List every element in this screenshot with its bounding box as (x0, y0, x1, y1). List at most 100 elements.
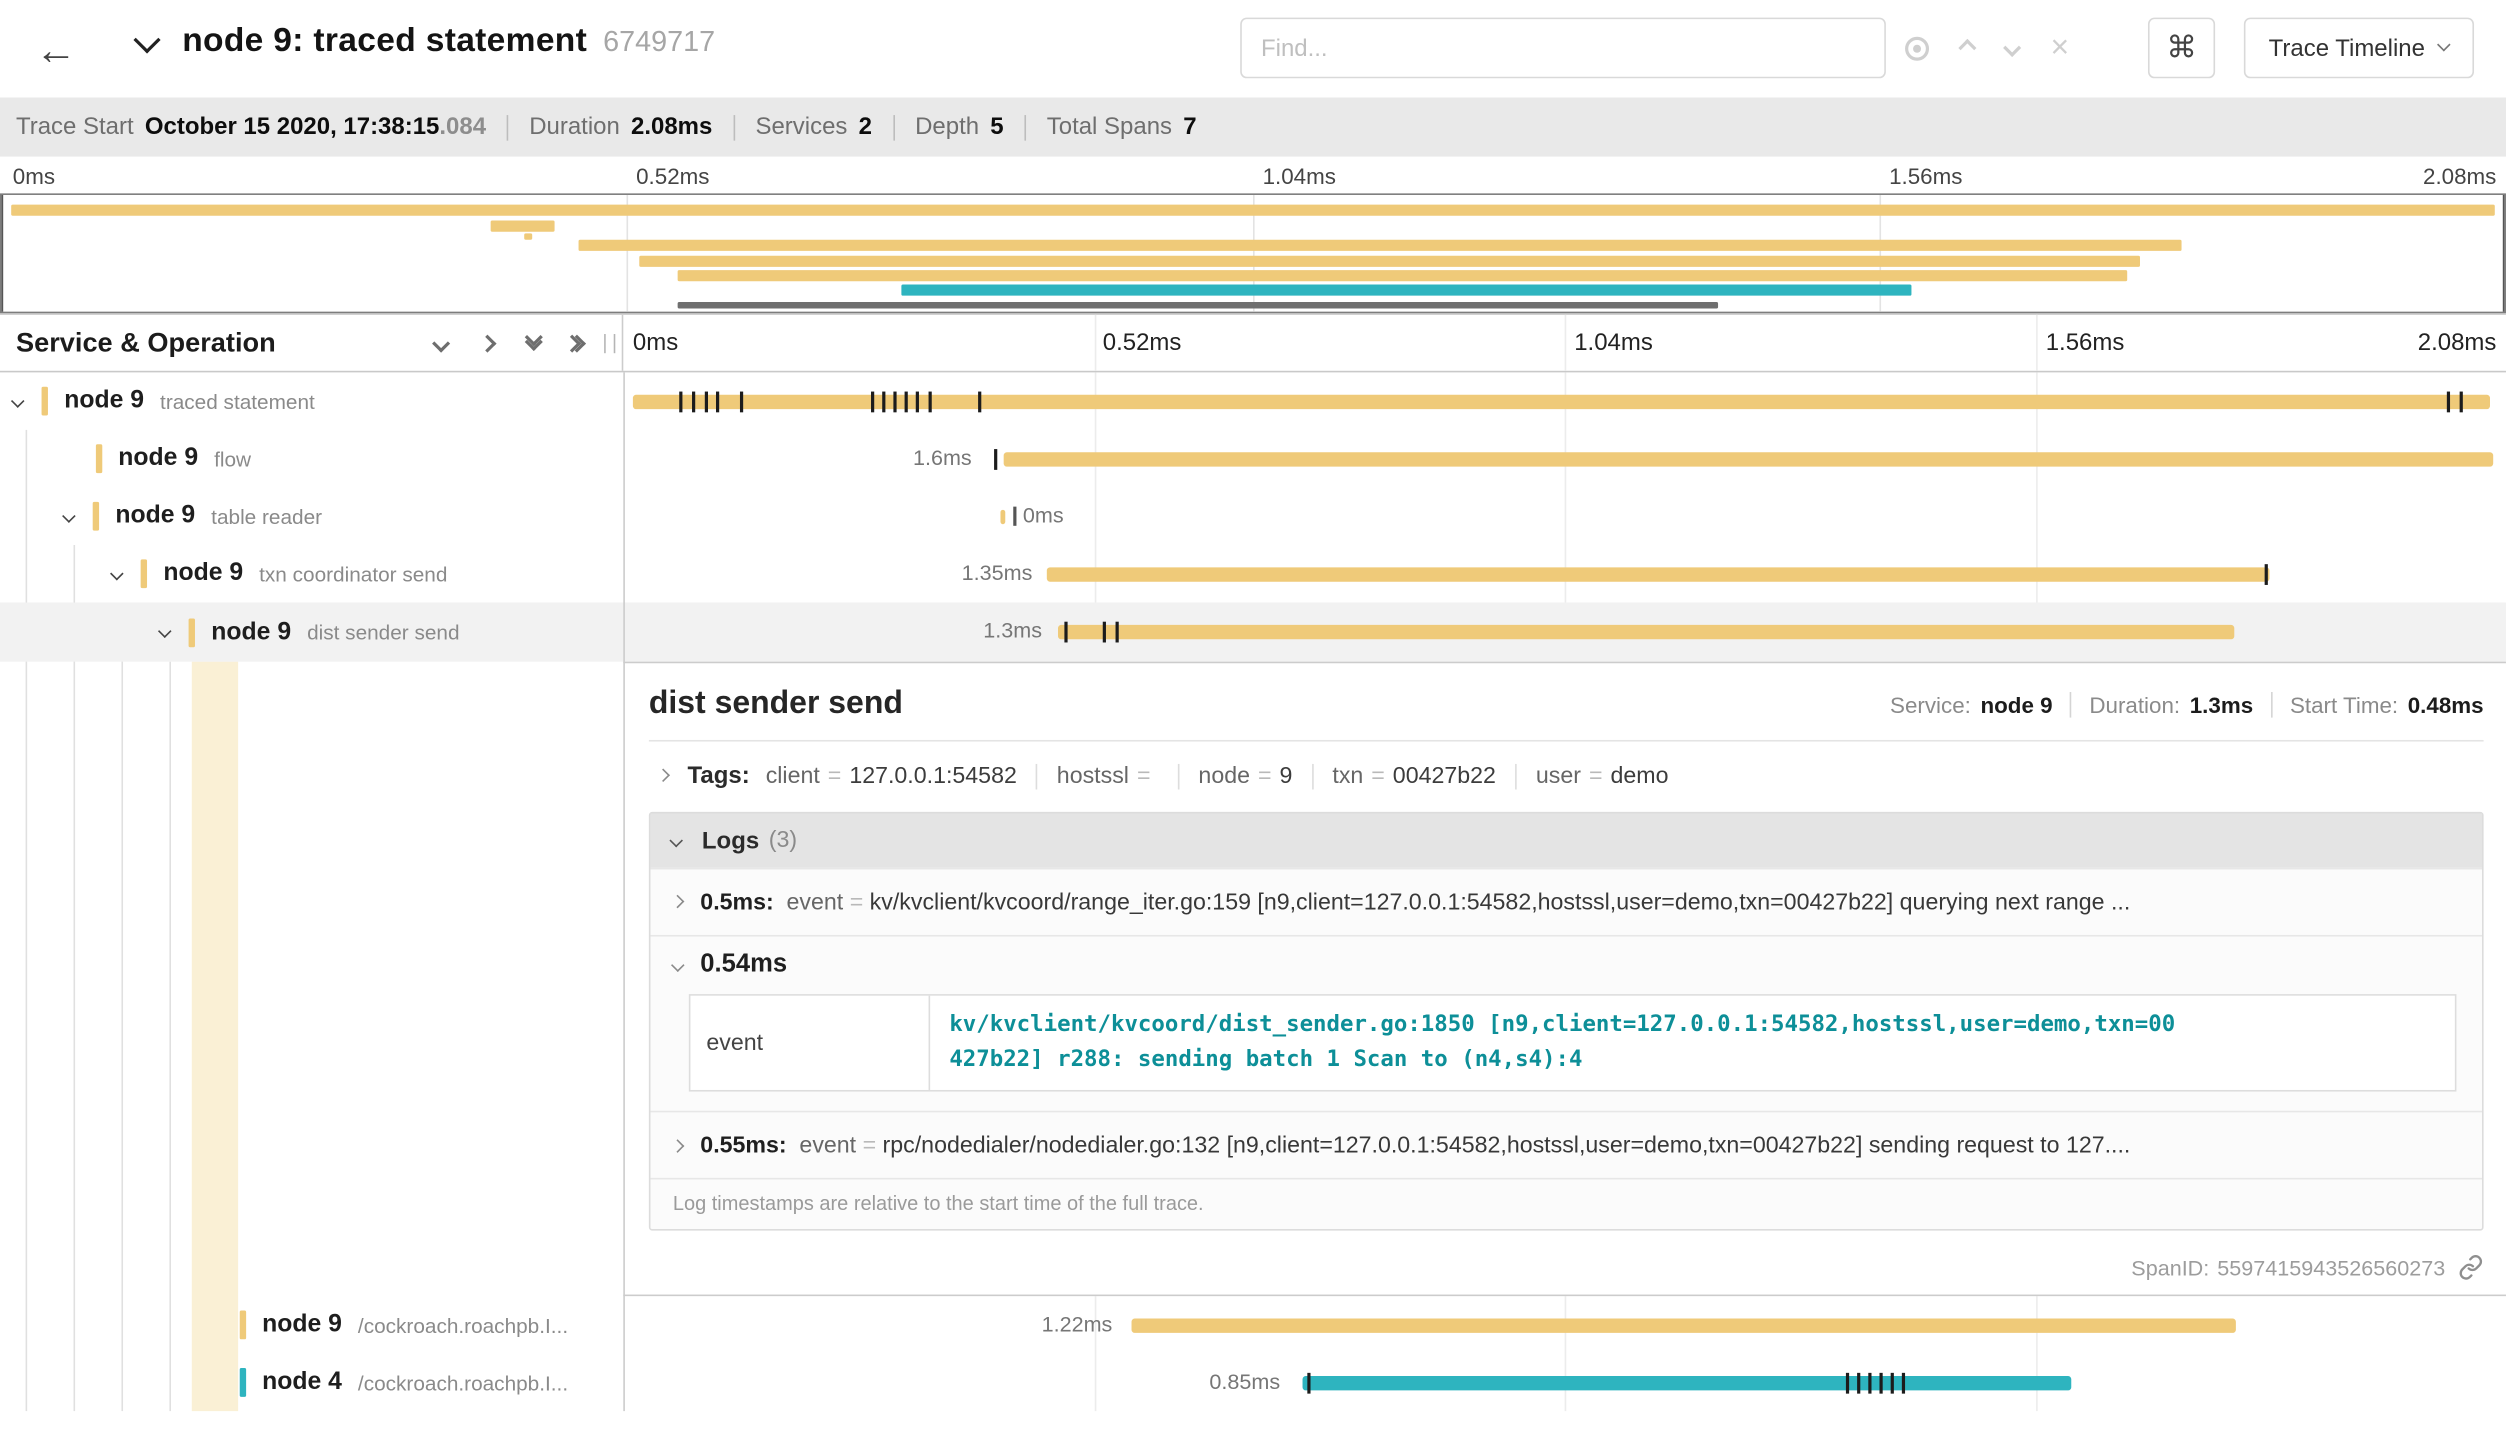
chevron-down-icon (671, 958, 685, 972)
span-tick (705, 391, 707, 412)
axis-tick-label: 2.08ms (2418, 329, 2497, 356)
service-name: node 9 (115, 502, 195, 531)
duration-value: 2.08ms (631, 113, 712, 140)
clear-search-icon[interactable]: × (2050, 32, 2069, 64)
find-input[interactable] (1240, 18, 1886, 79)
tag-value: 00427b22 (1393, 763, 1496, 789)
back-button[interactable]: ← (22, 22, 89, 76)
span-tree-item[interactable]: node 9 /cockroach.roachpb.I... (0, 1296, 623, 1354)
collapse-chevron-icon[interactable] (158, 625, 172, 639)
span-tick (1868, 1372, 1870, 1393)
log-entry-expanded: 0.54ms event kv/kvclient/kvcoord/dist_se… (650, 935, 2482, 1111)
duration-value: 1.3ms (2190, 692, 2253, 718)
expand-one-chevron-right-icon[interactable] (478, 334, 496, 352)
next-match-chevron-icon[interactable] (2003, 39, 2021, 57)
logs-accordion-header[interactable]: Logs (3) (650, 813, 2482, 867)
service-name: node 9 (118, 444, 198, 473)
span-bar-cell[interactable] (623, 372, 2506, 430)
span-duration-bar[interactable] (1000, 509, 1005, 523)
deep-link-icon[interactable] (2458, 1255, 2484, 1281)
span-tick (1064, 621, 1066, 642)
span-tick (1116, 621, 1118, 642)
tags-accordion[interactable]: Tags: client=127.0.0.1:54582 hostssl= no… (649, 762, 2484, 789)
collapse-all-double-chevron-down-icon[interactable] (527, 338, 540, 348)
span-row-cockroach-node4: node 4 /cockroach.roachpb.I... 0.85ms (0, 1354, 2506, 1412)
span-row-dist-sender-send: node 9 dist sender send 1.3ms (0, 603, 2506, 662)
minimap-axis: 0ms 0.52ms 1.04ms 1.56ms 2.08ms (0, 157, 2506, 194)
span-id-label: SpanID: (2131, 1255, 2209, 1279)
service-name: node 9 (64, 387, 144, 416)
panel-splitter[interactable] (623, 372, 625, 1411)
span-duration-bar[interactable] (633, 394, 2490, 408)
timeline-axis: 0ms 0.52ms 1.04ms 1.56ms 2.08ms (623, 315, 2506, 371)
minimap-span-bar (901, 284, 1911, 295)
service-color-swatch (240, 1311, 246, 1340)
divider (1024, 114, 1026, 140)
span-bar-cell[interactable]: 1.6ms (623, 430, 2506, 488)
span-row-txn-coordinator-send: node 9 txn coordinator send 1.35ms (0, 545, 2506, 603)
span-tree-item[interactable]: node 9 dist sender send (0, 603, 623, 662)
divider (2070, 692, 2072, 718)
keyboard-shortcuts-button[interactable]: ⌘ (2148, 18, 2215, 79)
log-entry-header[interactable]: 0.54ms (673, 951, 2460, 980)
services-value: 2 (859, 113, 872, 140)
focus-match-icon[interactable] (1905, 36, 1929, 60)
service-color-swatch (240, 1368, 246, 1397)
expand-all-double-chevron-right-icon[interactable] (574, 336, 584, 349)
span-bar-cell[interactable]: 1.22ms (623, 1296, 2506, 1354)
trace-start-value: October 15 2020, 17:38:15 (145, 113, 440, 140)
span-bar-cell[interactable]: 0ms (623, 487, 2506, 545)
span-duration-bar[interactable] (1047, 567, 2270, 581)
span-duration-bar[interactable] (1058, 624, 2234, 638)
range-handle-left[interactable] (2, 195, 4, 312)
span-duration-label: 0.85ms (623, 1370, 1280, 1394)
span-tree-item[interactable]: node 4 /cockroach.roachpb.I... (0, 1354, 623, 1412)
minimap-span-bar (639, 256, 2140, 267)
log-entry-collapsed[interactable]: 0.55ms: event = rpc/nodedialer/nodediale… (650, 1111, 2482, 1178)
minimap-range-selector[interactable] (0, 193, 2506, 313)
collapse-chevron-icon[interactable] (11, 394, 25, 408)
find-controls: × (1905, 18, 2069, 79)
span-id-row: SpanID: 5597415943526560273 (2131, 1255, 2483, 1281)
tag-key: hostssl (1057, 763, 1129, 789)
divider (733, 114, 735, 140)
minimap-span-bar (491, 221, 555, 232)
span-bar-cell[interactable]: 0.85ms (623, 1354, 2506, 1412)
log-timestamp: 0.55ms: (700, 1133, 786, 1159)
span-bar-cell[interactable]: 1.3ms (623, 603, 2506, 662)
span-tick (1013, 507, 1015, 526)
span-tree-item[interactable]: node 9 traced statement (0, 372, 623, 430)
span-tick (740, 391, 742, 412)
span-duration-bar[interactable] (1004, 451, 2494, 465)
span-bar-cell[interactable]: 1.35ms (623, 545, 2506, 603)
operation-name: traced statement (160, 389, 315, 413)
span-rows-area: node 9 traced statement (0, 372, 2506, 1411)
span-tick (893, 391, 895, 412)
operation-name: table reader (211, 504, 322, 528)
view-selector-button[interactable]: Trace Timeline (2244, 18, 2474, 79)
log-value: rpc/nodedialer/nodedialer.go:132 [n9,cli… (883, 1133, 2131, 1159)
axis-tick-label: 0.52ms (1103, 329, 1182, 356)
span-duration-bar[interactable] (1303, 1375, 2072, 1389)
span-duration-bar[interactable] (1132, 1318, 2236, 1332)
span-tick (1879, 1372, 1881, 1393)
service-color-swatch (141, 559, 147, 588)
divider (1515, 763, 1517, 789)
log-entry-collapsed[interactable]: 0.5ms: event = kv/kvclient/kvcoord/range… (650, 868, 2482, 935)
collapse-chevron-icon[interactable] (62, 509, 76, 523)
total-spans-label: Total Spans (1047, 113, 1172, 140)
span-tree-item[interactable]: node 9 flow (0, 430, 623, 488)
column-resizer-grip[interactable] (604, 334, 615, 353)
span-row-cockroach-node9: node 9 /cockroach.roachpb.I... 1.22ms (0, 1296, 2506, 1354)
total-spans-value: 7 (1183, 113, 1196, 140)
span-tree-item[interactable]: node 9 table reader (0, 487, 623, 545)
range-handle-right[interactable] (2503, 195, 2505, 312)
span-tick (1307, 1372, 1309, 1393)
prev-match-chevron-icon[interactable] (1958, 39, 1976, 57)
trace-collapse-chevron-icon[interactable] (133, 26, 160, 53)
collapse-chevron-icon[interactable] (110, 567, 124, 581)
axis-tick-label: 0ms (13, 163, 55, 189)
gridline (2035, 315, 2037, 371)
span-tree-item[interactable]: node 9 txn coordinator send (0, 545, 623, 603)
collapse-one-chevron-down-icon[interactable] (432, 334, 450, 352)
